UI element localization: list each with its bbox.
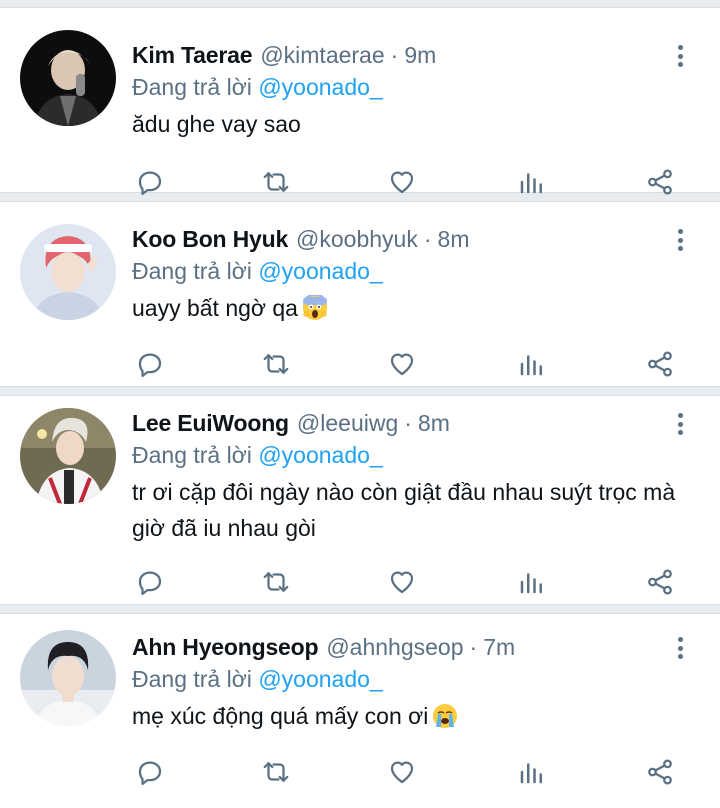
user-handle[interactable]: @koobhyuk (296, 224, 418, 254)
timestamp[interactable]: 9m (404, 40, 436, 70)
avatar[interactable] (20, 630, 116, 726)
tweet-text-content: ădu ghe vay sao (132, 111, 301, 137)
tweet-reply[interactable]: Koo Bon Hyuk @koobhyuk · 8m Đang trả lời… (0, 202, 720, 386)
more-options-icon[interactable] (670, 634, 690, 662)
retweet-icon[interactable] (258, 564, 294, 600)
tweet-reply[interactable]: Ahn Hyeongseop @ahnhgseop · 7m Đang trả … (0, 614, 720, 800)
tweet-text-content: tr ơi cặp đôi ngày nào còn giật đầu nhau… (132, 479, 676, 541)
reply-icon[interactable] (132, 164, 168, 200)
tweet-text-content: uayy bất ngờ qa (132, 295, 298, 321)
share-icon[interactable] (642, 164, 678, 200)
reply-prefix: Đang trả lời (132, 666, 252, 692)
tweet-text: mẹ xúc động quá mấy con ơi (132, 698, 680, 734)
divider (0, 604, 720, 614)
tweet-header: Lee EuiWoong @leeuiwg · 8m (132, 408, 680, 438)
user-handle[interactable]: @leeuiwg (297, 408, 398, 438)
tweet-reply[interactable]: Kim Taerae @kimtaerae · 9m Đang trả lời … (0, 8, 720, 195)
tweet-text: uayy bất ngờ qa (132, 290, 680, 326)
replying-to: Đang trả lời @yoonado_ (132, 70, 680, 104)
divider (0, 386, 720, 396)
loudly-crying-face-emoji (433, 704, 458, 728)
mention-link[interactable]: @yoonado_ (258, 666, 382, 692)
face-screaming-in-fear-emoji (302, 295, 327, 320)
like-icon[interactable] (384, 754, 420, 790)
avatar[interactable] (20, 224, 116, 320)
separator: · (469, 634, 478, 660)
action-bar (128, 346, 688, 382)
display-name[interactable]: Ahn Hyeongseop (132, 632, 319, 662)
more-options-icon[interactable] (670, 42, 690, 70)
retweet-icon[interactable] (258, 164, 294, 200)
retweet-icon[interactable] (258, 754, 294, 790)
share-icon[interactable] (642, 346, 678, 382)
action-bar (128, 164, 688, 200)
tweet-feed: Kim Taerae @kimtaerae · 9m Đang trả lời … (0, 0, 720, 800)
avatar[interactable] (20, 30, 116, 126)
divider (0, 0, 720, 8)
tweet-header: Ahn Hyeongseop @ahnhgseop · 7m (132, 632, 680, 662)
tweet-text: tr ơi cặp đôi ngày nào còn giật đầu nhau… (132, 474, 680, 546)
replying-to: Đang trả lời @yoonado_ (132, 662, 680, 696)
user-handle[interactable]: @kimtaerae (260, 40, 384, 70)
tweet-text-content: mẹ xúc động quá mấy con ơi (132, 703, 429, 729)
views-icon[interactable] (514, 164, 550, 200)
share-icon[interactable] (642, 564, 678, 600)
retweet-icon[interactable] (258, 346, 294, 382)
share-icon[interactable] (642, 754, 678, 790)
replying-to: Đang trả lời @yoonado_ (132, 438, 680, 472)
like-icon[interactable] (384, 346, 420, 382)
tweet-text: ădu ghe vay sao (132, 106, 680, 142)
action-bar (128, 564, 688, 600)
views-icon[interactable] (514, 564, 550, 600)
mention-link[interactable]: @yoonado_ (258, 74, 382, 100)
reply-icon[interactable] (132, 564, 168, 600)
views-icon[interactable] (514, 754, 550, 790)
avatar[interactable] (20, 408, 116, 504)
mention-link[interactable]: @yoonado_ (258, 258, 382, 284)
replying-to: Đang trả lời @yoonado_ (132, 254, 680, 288)
timestamp[interactable]: 8m (438, 224, 470, 254)
tweet-header: Koo Bon Hyuk @koobhyuk · 8m (132, 224, 680, 254)
reply-icon[interactable] (132, 346, 168, 382)
like-icon[interactable] (384, 164, 420, 200)
mention-link[interactable]: @yoonado_ (258, 442, 382, 468)
display-name[interactable]: Lee EuiWoong (132, 408, 289, 438)
reply-prefix: Đang trả lời (132, 74, 252, 100)
user-handle[interactable]: @ahnhgseop (326, 632, 463, 662)
timestamp[interactable]: 7m (483, 632, 515, 662)
reply-icon[interactable] (132, 754, 168, 790)
display-name[interactable]: Kim Taerae (132, 40, 253, 70)
tweet-header: Kim Taerae @kimtaerae · 9m (132, 40, 680, 70)
like-icon[interactable] (384, 564, 420, 600)
display-name[interactable]: Koo Bon Hyuk (132, 224, 288, 254)
reply-prefix: Đang trả lời (132, 442, 252, 468)
more-options-icon[interactable] (670, 410, 690, 438)
action-bar (128, 754, 688, 790)
views-icon[interactable] (514, 346, 550, 382)
timestamp[interactable]: 8m (418, 408, 450, 438)
reply-prefix: Đang trả lời (132, 258, 252, 284)
more-options-icon[interactable] (670, 226, 690, 254)
separator: · (404, 410, 412, 436)
tweet-reply[interactable]: Lee EuiWoong @leeuiwg · 8m Đang trả lời … (0, 396, 720, 604)
separator: · (390, 42, 399, 68)
separator: · (423, 226, 432, 252)
